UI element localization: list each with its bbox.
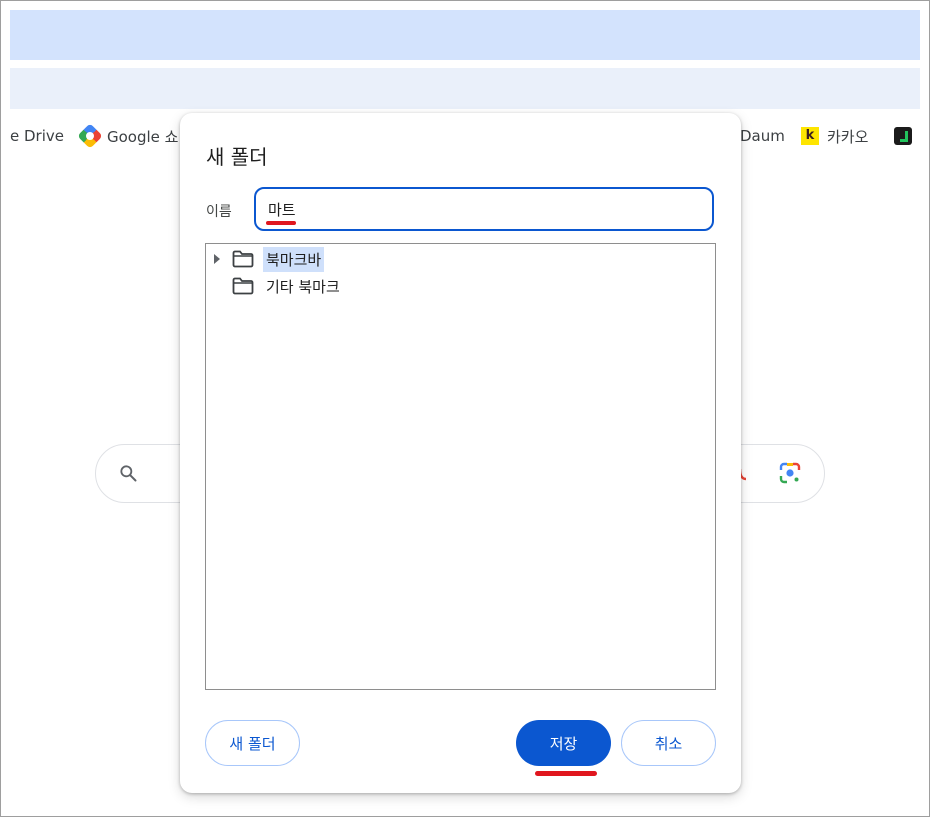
tab-strip xyxy=(10,10,920,60)
tree-item-label: 기타 북마크 xyxy=(266,277,340,296)
bookmark-j[interactable] xyxy=(894,124,920,148)
address-bar-area xyxy=(10,68,920,109)
folder-icon xyxy=(232,277,254,295)
bookmark-google-label: Google 쇼 xyxy=(107,127,179,146)
annotation-underline-save xyxy=(535,771,597,776)
google-lens-icon[interactable] xyxy=(778,461,802,485)
cancel-button[interactable]: 취소 xyxy=(621,720,716,766)
j-app-icon xyxy=(894,127,912,145)
new-folder-button[interactable]: 새 폴더 xyxy=(205,720,300,766)
tree-item-bookmarks-bar[interactable]: 북마크바 xyxy=(206,246,325,272)
name-label: 이름 xyxy=(206,204,232,220)
bookmark-daum[interactable]: Daum xyxy=(740,124,785,148)
bookmark-kakao-label: 카카오 xyxy=(827,127,869,146)
dialog-title: 새 폴더 xyxy=(206,145,268,169)
bookmark-daum-label: Daum xyxy=(740,127,785,145)
folder-icon xyxy=(232,250,254,268)
bookmark-google[interactable]: Google 쇼 xyxy=(77,123,179,149)
kakao-icon: k xyxy=(801,127,819,145)
google-shopping-icon xyxy=(77,123,103,149)
search-icon xyxy=(120,465,137,482)
tree-item-other-bookmarks[interactable]: 기타 북마크 xyxy=(206,273,343,299)
expand-arrow-icon[interactable] xyxy=(214,254,220,264)
folder-tree[interactable]: 북마크바 기타 북마크 xyxy=(205,243,716,690)
new-folder-dialog: 새 폴더 이름 북마크바 기타 북마크 새 폴더 저장 취소 xyxy=(180,113,741,793)
annotation-underline-name xyxy=(266,221,296,225)
tree-item-label: 북마크바 xyxy=(263,246,325,272)
bookmark-kakao[interactable]: k 카카오 xyxy=(801,124,868,148)
bookmark-drive[interactable]: e Drive xyxy=(10,124,64,148)
save-button[interactable]: 저장 xyxy=(516,720,611,766)
bookmark-drive-label: e Drive xyxy=(10,127,64,145)
folder-name-input[interactable] xyxy=(254,187,714,231)
